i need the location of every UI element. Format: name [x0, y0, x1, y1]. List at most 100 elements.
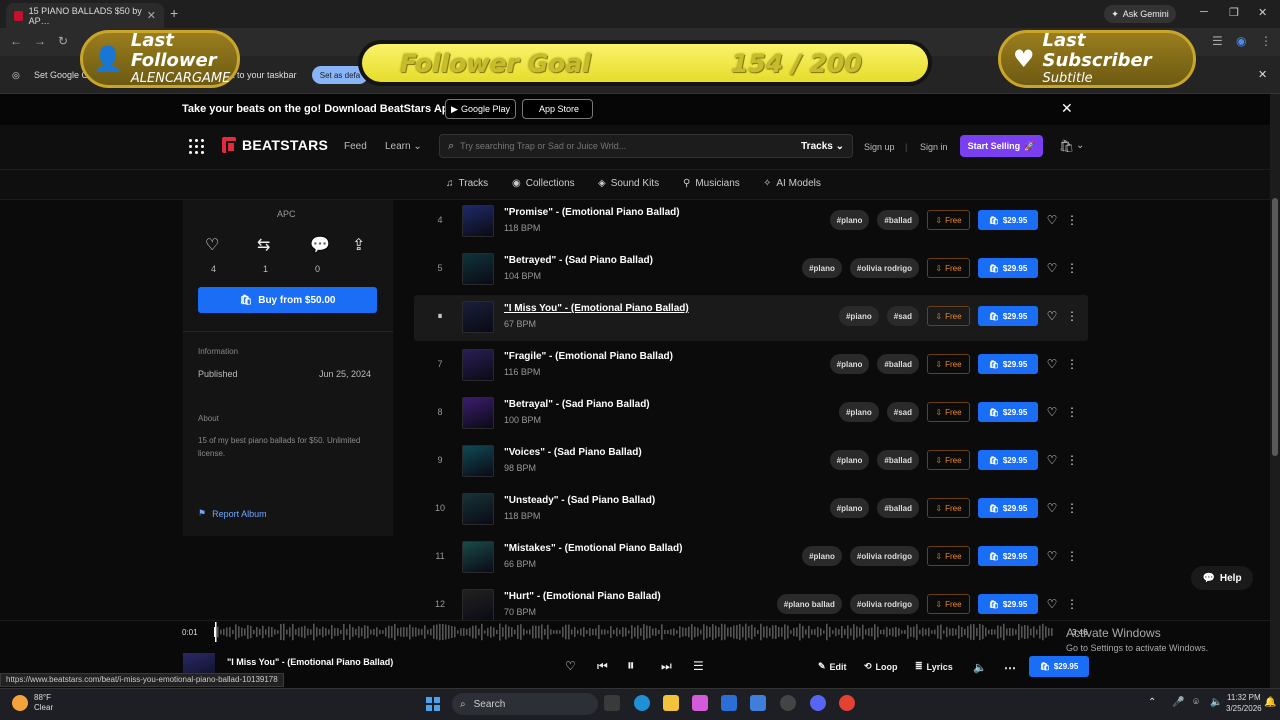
- track-row[interactable]: ⏸ "I Miss You" - (Emotional Piano Ballad…: [414, 295, 1088, 341]
- waveform-scrubber[interactable]: [214, 622, 1068, 642]
- track-more-icon[interactable]: ⋮: [1066, 501, 1078, 515]
- player-more-icon[interactable]: ⋯: [1004, 661, 1016, 675]
- track-more-icon[interactable]: ⋮: [1066, 213, 1078, 227]
- track-row[interactable]: 8 "Betrayal" - (Sad Piano Ballad) 100 BP…: [414, 391, 1088, 437]
- buy-track-button[interactable]: 🛍 $29.95: [978, 306, 1038, 326]
- buy-track-button[interactable]: 🛍 $29.95: [978, 210, 1038, 230]
- buy-track-button[interactable]: 🛍 $29.95: [978, 450, 1038, 470]
- track-more-icon[interactable]: ⋮: [1066, 261, 1078, 275]
- minimize-icon[interactable]: ─: [1200, 6, 1208, 18]
- track-title[interactable]: "Betrayal" - (Sad Piano Ballad): [504, 399, 650, 410]
- chrome-taskbar-icon[interactable]: [839, 695, 855, 711]
- apps-grid-icon[interactable]: [189, 139, 204, 154]
- loop-button[interactable]: ⟲ Loop: [864, 661, 898, 672]
- subnav-tracks[interactable]: ♫ Tracks: [446, 178, 488, 189]
- track-tag[interactable]: #ballad: [877, 450, 919, 470]
- weather-widget[interactable]: 88°F Clear: [12, 693, 53, 713]
- track-artwork[interactable]: [462, 445, 494, 477]
- cart-icon[interactable]: 🛍: [1059, 139, 1074, 153]
- reload-icon[interactable]: ↻: [58, 34, 68, 48]
- queue-icon[interactable]: ☰: [693, 659, 704, 673]
- buy-track-button[interactable]: 🛍 $29.95: [978, 546, 1038, 566]
- help-button[interactable]: 💬 Help: [1191, 566, 1253, 590]
- scrollbar-thumb[interactable]: [1272, 198, 1278, 456]
- player-like-icon[interactable]: ♡: [565, 659, 576, 673]
- track-more-icon[interactable]: ⋮: [1066, 549, 1078, 563]
- subnav-collections[interactable]: ◉ Collections: [512, 178, 575, 189]
- sign-in-link[interactable]: Sign in: [920, 142, 948, 152]
- track-tag[interactable]: #olivia rodrigo: [849, 594, 919, 614]
- track-tag[interactable]: #plano: [802, 258, 842, 278]
- file-explorer-icon[interactable]: [663, 695, 679, 711]
- google-play-badge[interactable]: ▶ Google Play: [445, 99, 516, 119]
- track-more-icon[interactable]: ⋮: [1066, 597, 1078, 611]
- track-artwork[interactable]: [462, 253, 494, 285]
- track-like-icon[interactable]: ♡: [1046, 261, 1058, 275]
- track-tag[interactable]: #plano: [802, 546, 842, 566]
- track-tag[interactable]: #ballad: [877, 210, 919, 230]
- cart-chevron-icon[interactable]: ⌄: [1076, 140, 1084, 151]
- buy-track-button[interactable]: 🛍 $29.95: [978, 594, 1038, 614]
- free-download-button[interactable]: ⇩ Free: [927, 258, 970, 278]
- track-tag[interactable]: #ballad: [877, 354, 919, 374]
- buy-album-button[interactable]: 🛍 Buy from $50.00: [198, 287, 377, 313]
- track-more-icon[interactable]: ⋮: [1066, 357, 1078, 371]
- track-row[interactable]: 7 "Fragile" - (Emotional Piano Ballad) 1…: [414, 343, 1088, 389]
- free-download-button[interactable]: ⇩ Free: [927, 402, 970, 422]
- track-title[interactable]: "Mistakes" - (Emotional Piano Ballad): [504, 543, 682, 554]
- track-more-icon[interactable]: ⋮: [1066, 405, 1078, 419]
- sign-up-link[interactable]: Sign up: [864, 142, 895, 152]
- share-icon[interactable]: ⇪: [352, 235, 365, 255]
- pause-icon[interactable]: ⏸: [434, 311, 446, 322]
- track-like-icon[interactable]: ♡: [1046, 309, 1058, 323]
- outlook-icon[interactable]: [750, 695, 766, 711]
- free-download-button[interactable]: ⇩ Free: [927, 594, 970, 614]
- infobar-close-icon[interactable]: ✕: [1258, 68, 1267, 81]
- wifi-icon[interactable]: ⌾: [1193, 697, 1199, 708]
- track-title[interactable]: "Fragile" - (Emotional Piano Ballad): [504, 351, 673, 362]
- track-more-icon[interactable]: ⋮: [1066, 309, 1078, 323]
- track-artwork[interactable]: [462, 301, 494, 333]
- track-tag[interactable]: #piano: [838, 306, 879, 326]
- forward-icon[interactable]: →: [34, 34, 46, 48]
- track-title[interactable]: "Hurt" - (Emotional Piano Ballad): [504, 591, 661, 602]
- extensions-icon[interactable]: ☰: [1212, 34, 1223, 48]
- next-track-icon[interactable]: ⏭: [661, 659, 672, 674]
- nav-feed[interactable]: Feed: [344, 141, 367, 152]
- edit-button[interactable]: ✎ Edit: [818, 661, 847, 672]
- track-like-icon[interactable]: ♡: [1046, 213, 1058, 227]
- volume-icon[interactable]: 🔈: [973, 661, 987, 674]
- subnav-musicians[interactable]: ⚲ Musicians: [683, 178, 740, 189]
- free-download-button[interactable]: ⇩ Free: [927, 498, 970, 518]
- free-download-button[interactable]: ⇩ Free: [927, 546, 970, 566]
- track-row[interactable]: 5 "Betrayed" - (Sad Piano Ballad) 104 BP…: [414, 247, 1088, 293]
- pause-icon[interactable]: ⏸: [627, 657, 635, 674]
- buy-track-button[interactable]: 🛍 $29.95: [978, 258, 1038, 278]
- track-like-icon[interactable]: ♡: [1046, 453, 1058, 467]
- track-artwork[interactable]: [462, 397, 494, 429]
- browser-tab[interactable]: 15 PIANO BALLADS $50 by AP… ✕: [6, 3, 164, 28]
- track-more-icon[interactable]: ⋮: [1066, 453, 1078, 467]
- track-tag[interactable]: #plano: [829, 210, 870, 230]
- store-icon[interactable]: [721, 695, 737, 711]
- track-title[interactable]: "Voices" - (Sad Piano Ballad): [504, 447, 642, 458]
- tray-chevron-icon[interactable]: ⌃: [1148, 697, 1156, 708]
- subnav-sound-kits[interactable]: ◈ Sound Kits: [598, 178, 659, 189]
- track-artwork[interactable]: [462, 205, 494, 237]
- playhead[interactable]: [215, 622, 217, 642]
- lyrics-button[interactable]: ≣ Lyrics: [915, 661, 953, 672]
- track-row[interactable]: 10 "Unsteady" - (Sad Piano Ballad) 118 B…: [414, 487, 1088, 533]
- free-download-button[interactable]: ⇩ Free: [927, 306, 970, 326]
- tab-close-icon[interactable]: ✕: [147, 9, 156, 22]
- back-icon[interactable]: ←: [10, 34, 22, 48]
- taskbar-search[interactable]: ⌕ Search: [452, 693, 598, 715]
- track-tag[interactable]: #olivia rodrigo: [849, 546, 919, 566]
- track-row[interactable]: 4 "Promise" - (Emotional Piano Ballad) 1…: [414, 199, 1088, 245]
- track-like-icon[interactable]: ♡: [1046, 501, 1058, 515]
- track-tag[interactable]: #sad: [886, 306, 919, 326]
- browser-menu-icon[interactable]: ⋮: [1260, 34, 1272, 48]
- track-like-icon[interactable]: ♡: [1046, 357, 1058, 371]
- buy-track-button[interactable]: 🛍 $29.95: [978, 498, 1038, 518]
- report-album-link[interactable]: ⚑ Report Album: [198, 508, 267, 519]
- search-input[interactable]: [460, 141, 802, 151]
